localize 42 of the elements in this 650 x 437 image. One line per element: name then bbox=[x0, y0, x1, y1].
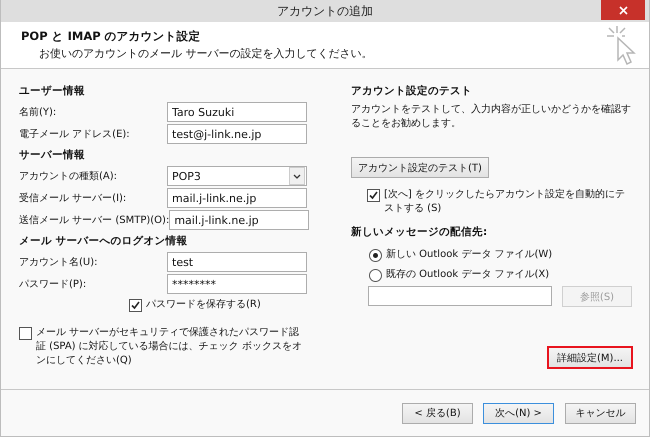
section-heading: ユーザー情報 bbox=[19, 84, 86, 99]
chevron-down-icon bbox=[293, 174, 301, 178]
field-label: 送信メール サーバー (SMTP)(O): bbox=[19, 214, 170, 227]
field-label: 受信メール サーバー(I): bbox=[19, 192, 126, 205]
test-settings-button[interactable]: アカウント設定のテスト(T) bbox=[351, 157, 489, 178]
field-label: アカウントの種類(A): bbox=[19, 170, 118, 183]
field-label: 電子メール アドレス(E): bbox=[19, 128, 130, 141]
field-label: 名前(Y): bbox=[19, 106, 56, 119]
footer-button[interactable]: キャンセル bbox=[565, 402, 636, 424]
input-field[interactable]: mail.j-link.ne.jp bbox=[167, 188, 307, 208]
radio-button[interactable] bbox=[369, 268, 382, 282]
page-subtitle: お使いのアカウントのメール サーバーの設定を入力してください。 bbox=[38, 46, 372, 61]
input-field[interactable]: mail.j-link.ne.jp bbox=[169, 210, 310, 230]
input-field[interactable]: test bbox=[167, 252, 307, 272]
footer-button[interactable]: < 戻る(B) bbox=[402, 402, 473, 424]
footer-button[interactable]: 次へ(N) > bbox=[483, 402, 554, 424]
section-heading: アカウント設定のテスト bbox=[351, 84, 473, 99]
page-heading: POP と IMAP のアカウント設定 bbox=[21, 29, 202, 44]
description-text: アカウントをテストして、入力内容が正しいかどうかを確認することをお勧めします。 bbox=[351, 103, 632, 131]
window-title: アカウントの追加 bbox=[277, 2, 373, 20]
password-field[interactable]: ******** bbox=[167, 274, 307, 294]
field-label: アカウント名(U): bbox=[19, 256, 98, 269]
field-label: パスワード(P): bbox=[19, 278, 86, 291]
section-heading: メール サーバーへのログオン情報 bbox=[19, 234, 189, 249]
close-icon bbox=[618, 6, 628, 14]
checkbox[interactable] bbox=[19, 327, 32, 340]
checkbox[interactable] bbox=[129, 299, 142, 312]
input-field[interactable]: test@j-link.ne.jp bbox=[167, 124, 307, 144]
checkbox-label: パスワードを保存する(R) bbox=[146, 298, 261, 312]
checkbox-label: [次へ] をクリックしたらアカウント設定を自動的にテストする (S) bbox=[384, 188, 626, 216]
checkbox[interactable] bbox=[367, 189, 380, 202]
account-type-dropdown[interactable]: POP3 bbox=[167, 166, 307, 186]
advanced-settings-button[interactable]: 詳細設定(M)... bbox=[547, 346, 633, 369]
input-field[interactable]: Taro Suzuki bbox=[167, 102, 307, 122]
file-path-field[interactable] bbox=[368, 286, 552, 306]
radio-label: 既存の Outlook データ ファイル(X) bbox=[386, 268, 550, 282]
section-heading: サーバー情報 bbox=[19, 148, 86, 163]
radio-button[interactable] bbox=[369, 248, 382, 262]
section-heading: 新しいメッセージの配信先: bbox=[351, 225, 488, 240]
checkbox-label: メール サーバーがセキュリティで保護されたパスワード認証 (SPA) に対応している場合には、チェック ボックスをオンにしてください(Q) bbox=[36, 326, 303, 368]
radio-label: 新しい Outlook データ ファイル(W) bbox=[386, 248, 552, 262]
close-button[interactable] bbox=[601, 0, 645, 20]
